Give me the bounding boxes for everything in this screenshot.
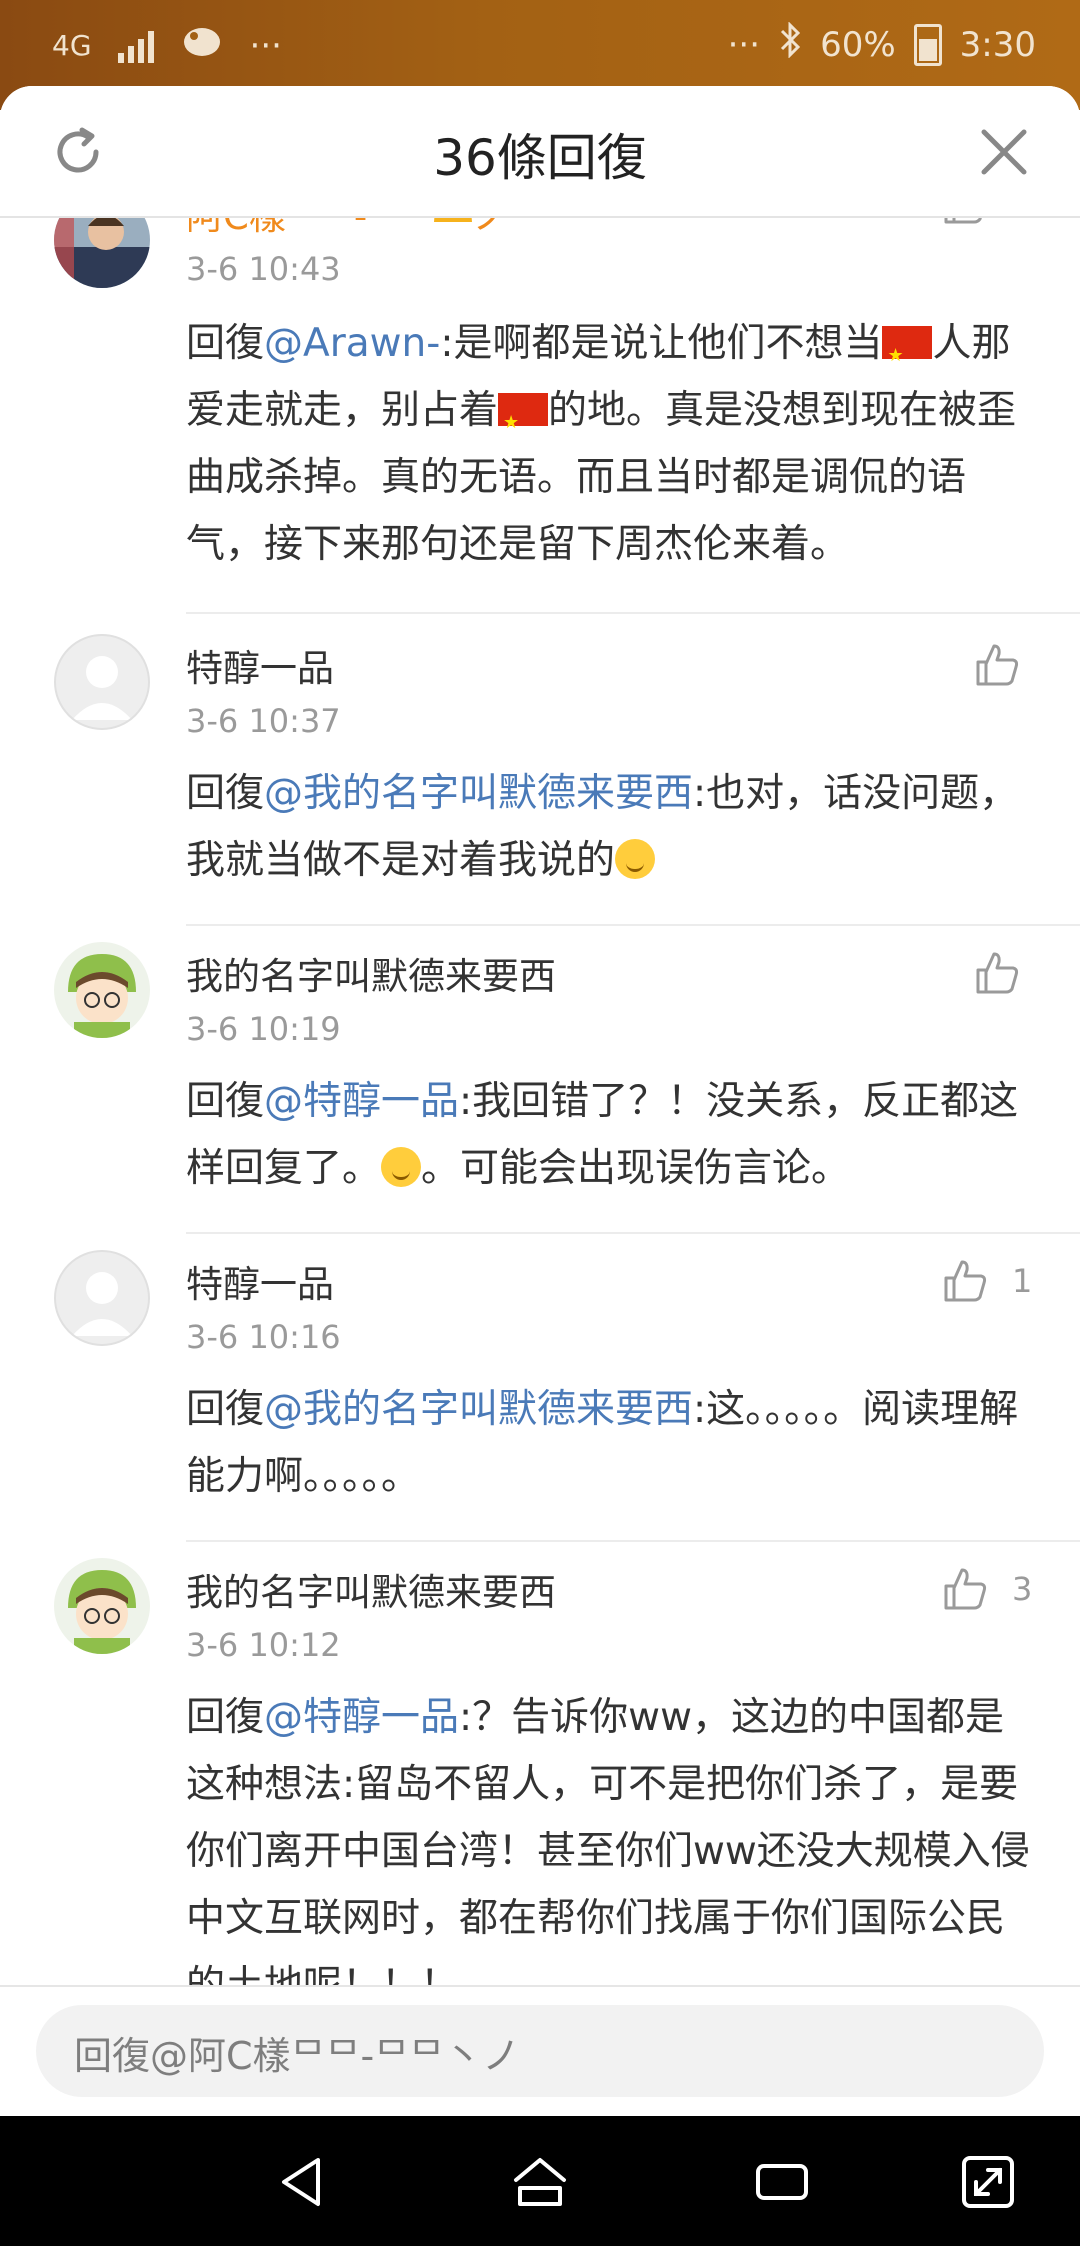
timestamp: 3-6 10:19 [186, 1010, 341, 1048]
more-notifications-icon: ··· [249, 25, 282, 66]
close-icon[interactable] [976, 124, 1032, 180]
divider [186, 1540, 1080, 1542]
reply-prefix: 回復 [186, 321, 265, 366]
mention-link[interactable]: @特醇一品 [264, 1079, 459, 1124]
back-icon[interactable] [272, 2152, 332, 2212]
like-icon[interactable] [972, 640, 1022, 690]
timestamp: 3-6 10:37 [186, 702, 341, 740]
network-indicator: 4G [52, 29, 92, 62]
timestamp: 3-6 10:43 [186, 250, 341, 288]
like-count: 3 [1012, 1570, 1033, 1608]
timestamp: 3-6 10:16 [186, 1318, 341, 1356]
avatar[interactable] [54, 216, 150, 288]
avatar[interactable] [54, 1558, 150, 1654]
username[interactable]: 我的名字叫默德来要西 [186, 1562, 556, 1616]
more-status-icon: ··· [727, 24, 761, 65]
battery-icon [913, 23, 942, 66]
mention-link[interactable]: @特醇一品 [264, 1695, 459, 1740]
comment-text: 回復@Arawn-:是啊都是说让他们不想当人那爱走就走，别占着的地。真是没想到现… [186, 310, 1036, 578]
recent-apps-icon[interactable] [752, 2152, 812, 2212]
comment-list[interactable]: 阿C樣ᄆᄆ-ᄆᄆ丶ノ 4 3-6 10:43 回復@Arawn-:是啊都是说让他… [0, 216, 1080, 2071]
clock: 3:30 [959, 24, 1036, 65]
username[interactable]: 特醇一品 [186, 638, 334, 692]
username[interactable]: 我的名字叫默德来要西 [186, 946, 556, 1000]
reply-bar: 回復@阿C樣ᄆᄆ-ᄆᄆ丶ノ [0, 1985, 1080, 2118]
smile-emoji-icon [381, 1147, 422, 1187]
comment-text-part: :是啊都是说让他们不想当 [440, 321, 883, 366]
home-icon[interactable] [510, 2152, 570, 2212]
bluetooth-icon [778, 21, 802, 67]
reply-prefix: 回復 [186, 771, 265, 816]
reply-prefix: 回復 [186, 1695, 265, 1740]
signal-icon [117, 29, 154, 63]
tongue-emoji-icon [615, 839, 656, 879]
comment-text: 回復@特醇一品:？告诉你ww，这边的中国都是这种想法:留岛不留人，可不是把你们杀… [186, 1684, 1036, 2019]
china-flag-icon [498, 389, 549, 456]
mention-link[interactable]: @Arawn- [264, 321, 440, 366]
app-notification-icon [180, 24, 224, 67]
username[interactable]: 特醇一品 [186, 1254, 334, 1308]
divider [186, 924, 1080, 926]
divider [186, 612, 1080, 614]
timestamp: 3-6 10:12 [186, 1626, 341, 1664]
avatar[interactable] [54, 634, 150, 730]
screen-expand-icon[interactable] [958, 2152, 1018, 2212]
sheet-header: 36條回復 [0, 86, 1080, 218]
battery-percent: 60% [820, 24, 896, 65]
china-flag-icon [882, 322, 933, 389]
comment-text: 回復@特醇一品:我回错了？！没关系，反正都这样回复了。 。可能会出现误伤言论。 [186, 1068, 1036, 1202]
comment-text-part: :？告诉你ww，这边的中国都是这种想法:留岛不留人，可不是把你们杀了，是要你们离… [186, 1695, 1030, 2008]
avatar[interactable] [54, 1250, 150, 1346]
like-icon[interactable] [940, 1256, 990, 1306]
avatar[interactable] [54, 942, 150, 1038]
reply-placeholder: 回復@阿C樣ᄆᄆ-ᄆᄆ丶ノ [74, 2034, 521, 2078]
divider [186, 1232, 1080, 1234]
comment-text-part: 。可能会出现误伤言论。 [421, 1146, 851, 1191]
reply-prefix: 回復 [186, 1079, 265, 1124]
comment-text: 回復@我的名字叫默德来要西:也对，话没问题，我就当做不是对着我说的 [186, 760, 1036, 894]
like-icon[interactable] [972, 948, 1022, 998]
replies-sheet: 36條回復 阿C樣ᄆᄆ-ᄆᄆ丶ノ 4 [0, 86, 1080, 2116]
like-count: 1 [1012, 1262, 1033, 1300]
like-icon[interactable] [940, 1564, 990, 1614]
mention-link[interactable]: @我的名字叫默德来要西 [264, 771, 693, 816]
comment-text: 回復@我的名字叫默德来要西:这。。。。。阅读理解能力啊。。。。。 [186, 1376, 1036, 1510]
page-title: 36條回復 [433, 129, 647, 187]
mention-link[interactable]: @我的名字叫默德来要西 [264, 1387, 693, 1432]
reply-prefix: 回復 [186, 1387, 265, 1432]
navigation-bar [0, 2116, 1080, 2246]
